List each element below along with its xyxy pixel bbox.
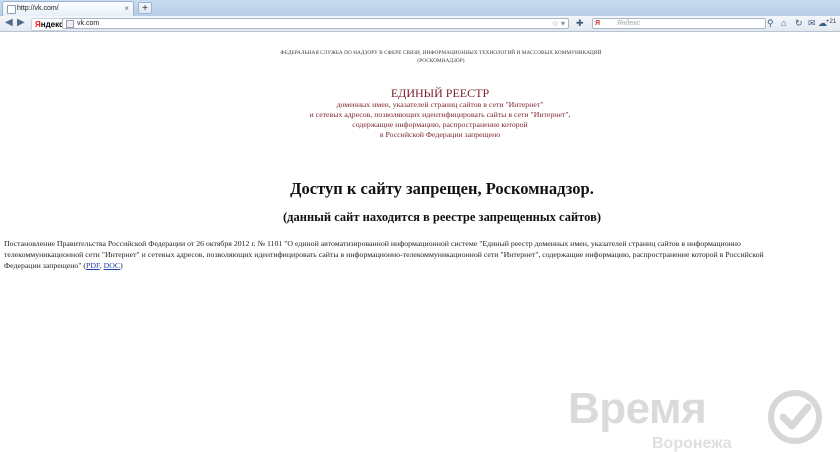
search-placeholder: Яндекс	[617, 20, 641, 27]
doc-link[interactable]: DOC	[104, 261, 120, 270]
decree-line: телекоммуникационной сети "Интернет" и с…	[4, 250, 764, 259]
notification-count: +21	[826, 19, 837, 25]
search-input[interactable]: Я Яндекс	[592, 18, 766, 29]
registry-line: доменных имен, указателей страниц сайтов…	[336, 100, 544, 109]
tab-title: http://vk.com/	[17, 5, 59, 12]
watermark-text: Время	[568, 384, 707, 433]
close-tab-icon[interactable]: ×	[124, 2, 129, 15]
agency-name: ФЕДЕРАЛЬНАЯ СЛУЖБА ПО НАДЗОРУ В СФЕРЕ СВ…	[255, 49, 627, 65]
home-icon[interactable]: ⌂	[781, 17, 786, 29]
registry-line: содержащие информацию, распространение к…	[352, 120, 528, 129]
addon-icon[interactable]: ✚	[576, 17, 584, 29]
registry-heading: ЕДИНЫЙ РЕЕСТР	[390, 86, 490, 100]
refresh-icon[interactable]: ↻	[795, 17, 803, 29]
bookmark-star-icon[interactable]: ☆ ▾	[552, 19, 565, 28]
decree-line: Постановление Правительства Российской Ф…	[4, 239, 741, 248]
navigation-bar: ◀ ▶ Яндекс vk.com ☆ ▾ ✚ Я Яндекс ⚲ ⌂ ↻ ✉…	[0, 16, 840, 32]
browser-tab[interactable]: http://vk.com/ ×	[2, 1, 134, 16]
agency-abbreviation: (РОСКОМНАДЗОР)	[417, 58, 465, 64]
decree-paragraph: Постановление Правительства Российской Ф…	[4, 238, 840, 271]
access-denied-heading: Доступ к сайту запрещен, Роскомнадзор.	[290, 179, 594, 198]
mail-icon[interactable]: ✉	[808, 17, 816, 29]
search-engine-icon[interactable]: Я	[595, 19, 600, 28]
search-icon[interactable]: ⚲	[767, 17, 774, 29]
registry-block: ЕДИНЫЙ РЕЕСТР доменных имен, указателей …	[270, 86, 610, 140]
page-favicon-icon	[7, 5, 16, 14]
registry-line: и сетевых адресов, позволяющих идентифиц…	[309, 110, 571, 119]
address-bar[interactable]: vk.com ☆ ▾	[62, 18, 569, 29]
new-tab-button[interactable]: +	[138, 2, 152, 14]
agency-title: ФЕДЕРАЛЬНАЯ СЛУЖБА ПО НАДЗОРУ В СФЕРЕ СВ…	[280, 50, 602, 56]
registry-line: в Российской Федерации запрещено	[379, 130, 501, 139]
watermark-check-icon	[768, 390, 822, 444]
decree-line-last: Федерации запрещено" (PDF, DOC)	[4, 261, 123, 270]
tab-bar: http://vk.com/ × +	[0, 0, 840, 17]
back-icon[interactable]: ◀	[5, 17, 13, 29]
pdf-link[interactable]: PDF	[86, 261, 100, 270]
blocked-site-subheading: (данный сайт находится в реестре запреще…	[283, 210, 601, 224]
address-text: vk.com	[77, 20, 100, 27]
site-icon	[66, 20, 74, 28]
forward-icon[interactable]: ▶	[17, 17, 25, 29]
